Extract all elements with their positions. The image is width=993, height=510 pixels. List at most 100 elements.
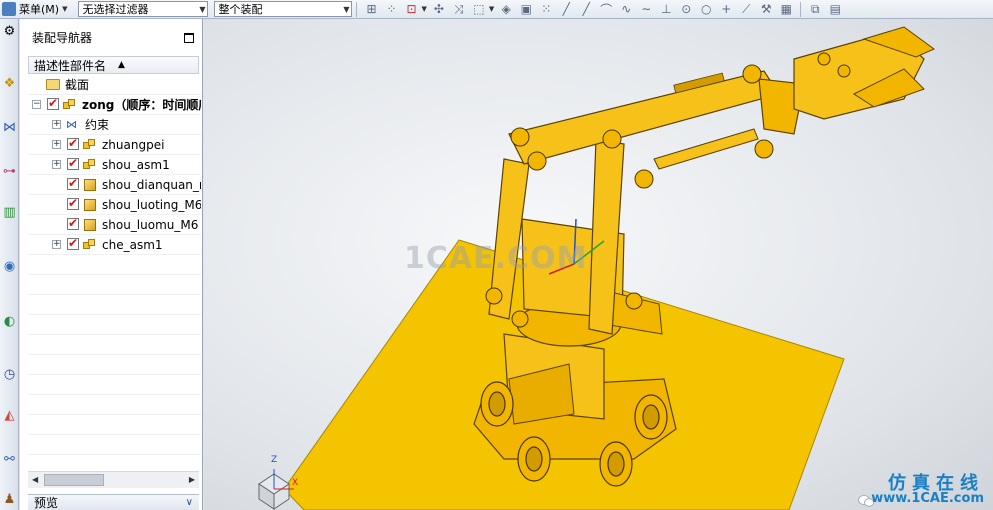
settings-icon[interactable]: ⚙ (0, 21, 19, 41)
assembly-icon (63, 99, 76, 111)
tree-row-constraints[interactable]: + ⋈ 约束 (28, 115, 201, 135)
empty-row (28, 435, 201, 455)
sort-ascending-icon: ▲ (118, 60, 125, 70)
empty-row (28, 255, 201, 275)
section-icon[interactable]: ⊡ (403, 1, 419, 17)
tree-row-label: 约束 (85, 118, 110, 132)
point-icon[interactable]: ✣ (431, 1, 447, 17)
tree-row-shou-dianquan[interactable]: shou_dianquan_m (28, 175, 201, 195)
scroll-left-icon[interactable]: ◀ (32, 475, 38, 484)
visibility-checkbox[interactable] (67, 216, 79, 230)
hydraulic-cylinder (653, 128, 759, 170)
column-header-part-name[interactable]: 描述性部件名 ▲ (28, 56, 199, 74)
plus-icon[interactable]: + (718, 1, 734, 17)
chevron-down-icon: ▼ (343, 4, 350, 14)
tree-row-label: shou_luomu_M6 : (102, 217, 201, 232)
chevron-down-icon: ▼ (199, 4, 206, 14)
window-icon[interactable]: ▤ (827, 1, 843, 17)
resource-bar: ⚙ ❖ ⋈ ⊶ ▥ ◉ ◐ ◷ ◭ ⚯ ♟ (0, 19, 19, 510)
web-browser-icon[interactable]: ◉ (0, 256, 19, 276)
library-books-icon[interactable]: ▥ (0, 202, 19, 222)
box-select-icon[interactable]: ⬚ (471, 1, 487, 17)
expand-icon[interactable]: + (52, 120, 61, 129)
visibility-checkbox[interactable] (67, 156, 79, 170)
visibility-checkbox[interactable] (47, 96, 59, 110)
expand-icon[interactable]: + (52, 160, 61, 169)
snap-icon[interactable]: ⊞ (363, 1, 379, 17)
assembly-icon (83, 239, 96, 251)
tree-row-label: zhuangpei (102, 137, 165, 152)
color-palette-icon[interactable]: ◭ (0, 405, 19, 425)
wave-icon[interactable]: ∼ (638, 1, 654, 17)
clock-icon[interactable]: ◷ (0, 364, 19, 384)
clip-icon[interactable]: ⚒ (758, 1, 774, 17)
spline-icon[interactable]: ∿ (618, 1, 634, 17)
tree-row-zhuangpei[interactable]: + zhuangpei (28, 135, 201, 155)
assembly-constraint-icon[interactable]: ⋈ (0, 117, 19, 137)
circle-icon[interactable]: ○ (698, 1, 714, 17)
visibility-checkbox[interactable] (67, 136, 79, 150)
scrollbar-thumb[interactable] (44, 474, 104, 486)
toolbar-divider (800, 1, 802, 17)
assembly-scope-dropdown[interactable]: 整个装配 ▼ (214, 1, 353, 17)
visibility-checkbox[interactable] (67, 196, 79, 210)
roles-icon[interactable]: ♟ (0, 489, 19, 509)
tree-row-label: shou_luoting_M6 (102, 197, 201, 212)
tangent-icon[interactable]: ⟋ (738, 1, 754, 17)
tree-row-label: shou_asm1 (102, 157, 170, 172)
horizontal-scrollbar[interactable]: ◀ ▶ (28, 471, 199, 488)
collapse-icon[interactable]: − (32, 100, 41, 109)
reuse-library-icon[interactable]: ⊶ (0, 161, 19, 181)
empty-row (28, 295, 201, 315)
tree-row-label: 截面 (65, 78, 90, 92)
wheel-rear-left (517, 436, 551, 482)
tree-row-section[interactable]: 截面 (28, 75, 201, 95)
visibility-checkbox[interactable] (67, 176, 79, 190)
select-parts-icon[interactable]: ⁘ (383, 1, 399, 17)
line-icon[interactable]: ╱ (558, 1, 574, 17)
tree-row-shou-asm1[interactable]: + shou_asm1 (28, 155, 201, 175)
robot-arm-model[interactable] (204, 19, 993, 510)
part-icon (84, 199, 96, 211)
chevron-down-icon[interactable]: ▼ (421, 5, 426, 13)
line-icon[interactable]: ╱ (578, 1, 594, 17)
tree-row-root-assembly[interactable]: − zong（顺序：时间顺序 (28, 95, 201, 115)
part-icon (84, 179, 96, 191)
tree-row-shou-luomu[interactable]: shou_luomu_M6 : (28, 215, 201, 235)
menu-button[interactable]: 菜单(M) ▼ (0, 1, 72, 18)
arc-icon[interactable]: ⌒ (598, 1, 614, 17)
preview-section[interactable]: 预览 ∨ (28, 494, 199, 510)
graphics-viewport[interactable]: Z X 1CAE.COM 仿真在线 www.1CAE.com (204, 19, 993, 510)
assembly-scope-value: 整个装配 (218, 3, 263, 16)
wheel-front-right (634, 394, 668, 440)
selection-filter-dropdown[interactable]: 无选择过滤器 ▼ (78, 1, 209, 17)
wireframe-icon[interactable]: ◈ (498, 1, 514, 17)
chevron-down-icon[interactable]: ∨ (186, 497, 193, 508)
curve-icon[interactable]: ⤨ (451, 1, 467, 17)
expand-icon[interactable]: + (52, 240, 61, 249)
empty-row (28, 315, 201, 335)
grid-icon[interactable]: ▦ (778, 1, 794, 17)
triad-z-label: Z (271, 455, 278, 465)
maximize-icon[interactable] (184, 32, 194, 43)
navigator-header: 装配导航器 (20, 19, 202, 56)
tree-row-label: shou_dianquan_m (102, 177, 201, 192)
scatter-icon[interactable]: ⁙ (538, 1, 554, 17)
history-icon[interactable]: ◐ (0, 311, 19, 331)
tree-row-shou-luoting[interactable]: shou_luoting_M6 (28, 195, 201, 215)
process-studio-icon[interactable]: ⚯ (0, 449, 19, 469)
view-icon[interactable]: ⧉ (807, 1, 823, 17)
brand-badge: 仿真在线 www.1CAE.com (868, 469, 990, 507)
tree-row-che-asm1[interactable]: + che_asm1 (28, 235, 201, 255)
circle-icon[interactable]: ⊙ (678, 1, 694, 17)
expand-icon[interactable]: + (52, 140, 61, 149)
wheel-rear-right (599, 441, 633, 487)
scroll-right-icon[interactable]: ▶ (189, 475, 195, 484)
part-navigator-icon[interactable]: ❖ (0, 73, 19, 93)
component-icon[interactable]: ▣ (518, 1, 534, 17)
chevron-down-icon[interactable]: ▼ (489, 5, 494, 13)
preview-label: 预览 (34, 496, 59, 510)
center-icon[interactable]: ⊥ (658, 1, 674, 17)
visibility-checkbox[interactable] (67, 236, 79, 250)
watermark: 1CAE.COM (404, 241, 588, 276)
